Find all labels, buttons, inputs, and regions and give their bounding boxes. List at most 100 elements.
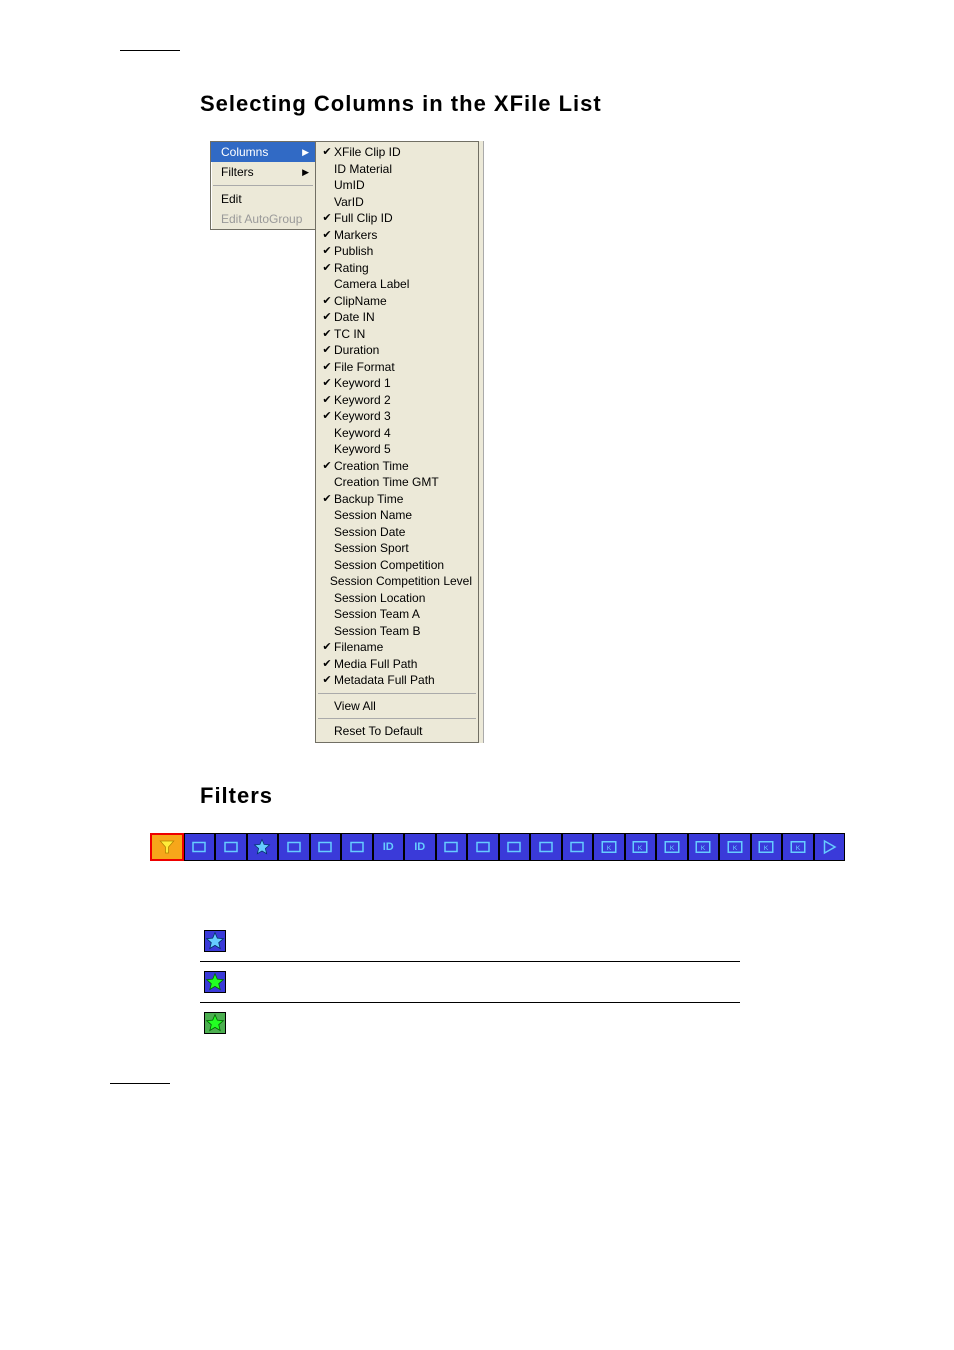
column-toggle-keyword-3[interactable]: ✔Keyword 3 bbox=[316, 408, 478, 425]
star-green-bg-icon bbox=[204, 1012, 226, 1034]
star-icon[interactable] bbox=[247, 833, 279, 861]
section-divider-top bbox=[120, 50, 180, 51]
id2-icon[interactable]: ID bbox=[404, 833, 436, 861]
redo-key-icon[interactable] bbox=[341, 833, 373, 861]
column-toggle-creation-time[interactable]: ✔Creation Time bbox=[316, 458, 478, 475]
submenu-separator bbox=[318, 693, 476, 694]
column-toggle-rating[interactable]: ✔Rating bbox=[316, 260, 478, 277]
column-toggle-markers[interactable]: ✔Markers bbox=[316, 227, 478, 244]
check-icon: ✔ bbox=[320, 656, 334, 673]
column-toggle-keyword-4[interactable]: Keyword 4 bbox=[316, 425, 478, 442]
star-outline-icon bbox=[204, 930, 226, 952]
column-toggle-varid[interactable]: VarID bbox=[316, 194, 478, 211]
check-icon: ✔ bbox=[320, 210, 334, 227]
legend-description bbox=[236, 921, 740, 962]
column-toggle-backup-time[interactable]: ✔Backup Time bbox=[316, 491, 478, 508]
list-icon[interactable] bbox=[499, 833, 531, 861]
heading-selecting-columns: Selecting Columns in the XFile List bbox=[200, 91, 894, 117]
kw1-icon[interactable]: K bbox=[593, 833, 625, 861]
check-icon: ✔ bbox=[320, 293, 334, 310]
column-toggle-session-team-a[interactable]: Session Team A bbox=[316, 606, 478, 623]
star-green-icon bbox=[204, 971, 226, 993]
diamond-icon[interactable] bbox=[184, 833, 216, 861]
column-toggle-session-name[interactable]: Session Name bbox=[316, 507, 478, 524]
folder-clip-icon[interactable] bbox=[215, 833, 247, 861]
check-icon: ✔ bbox=[320, 375, 334, 392]
menu-item-filters[interactable]: Filters▶ bbox=[211, 162, 315, 182]
undo-icon[interactable] bbox=[310, 833, 342, 861]
columns-submenu: ✔XFile Clip IDID MaterialUmIDVarID✔Full … bbox=[315, 141, 479, 743]
filter-icon[interactable] bbox=[150, 833, 184, 861]
filters-toolbar: IDID K K K K K K K bbox=[150, 833, 845, 861]
column-toggle-date-in[interactable]: ✔Date IN bbox=[316, 309, 478, 326]
grid-icon[interactable] bbox=[436, 833, 468, 861]
column-toggle-keyword-1[interactable]: ✔Keyword 1 bbox=[316, 375, 478, 392]
svg-text:K: K bbox=[606, 845, 611, 852]
check-icon: ✔ bbox=[320, 326, 334, 343]
check-icon: ✔ bbox=[320, 144, 334, 161]
submenu-separator bbox=[318, 718, 476, 719]
check-icon: ✔ bbox=[320, 491, 334, 508]
legend-description bbox=[236, 961, 740, 1002]
menu-item-columns[interactable]: Columns▶ bbox=[211, 142, 315, 162]
id-icon[interactable]: ID bbox=[373, 833, 405, 861]
check-icon: ✔ bbox=[320, 408, 334, 425]
column-toggle-session-team-b[interactable]: Session Team B bbox=[316, 623, 478, 640]
column-toggle-session-date[interactable]: Session Date bbox=[316, 524, 478, 541]
kwx-icon[interactable]: K bbox=[751, 833, 783, 861]
column-toggle-full-clip-id[interactable]: ✔Full Clip ID bbox=[316, 210, 478, 227]
filter-legend-table bbox=[200, 921, 740, 1043]
submenu-arrow-icon: ▶ bbox=[302, 144, 309, 160]
section-divider-bottom bbox=[110, 1083, 170, 1084]
box-up-icon[interactable] bbox=[530, 833, 562, 861]
context-menu: Columns▶Filters▶ EditEdit AutoGroup bbox=[210, 141, 316, 230]
svg-text:K: K bbox=[701, 845, 706, 852]
column-toggle-media-full-path[interactable]: ✔Media Full Path bbox=[316, 656, 478, 673]
kw3-icon[interactable]: K bbox=[656, 833, 688, 861]
play-icon[interactable] bbox=[814, 833, 846, 861]
column-toggle-camera-label[interactable]: Camera Label bbox=[316, 276, 478, 293]
kwy-icon[interactable]: K bbox=[782, 833, 814, 861]
check-icon: ✔ bbox=[320, 458, 334, 475]
column-toggle-file-format[interactable]: ✔File Format bbox=[316, 359, 478, 376]
column-toggle-id-material[interactable]: ID Material bbox=[316, 161, 478, 178]
check-icon: ✔ bbox=[320, 392, 334, 409]
submenu-reset-default[interactable]: Reset To Default bbox=[316, 723, 478, 740]
check-icon: ✔ bbox=[320, 672, 334, 689]
column-toggle-clipname[interactable]: ✔ClipName bbox=[316, 293, 478, 310]
svg-text:K: K bbox=[795, 845, 800, 852]
column-toggle-creation-time-gmt[interactable]: Creation Time GMT bbox=[316, 474, 478, 491]
menu-item-edit[interactable]: Edit bbox=[211, 189, 315, 209]
context-menu-screenshot: Columns▶Filters▶ EditEdit AutoGroup ✔XFi… bbox=[210, 141, 894, 743]
column-toggle-session-competition-level[interactable]: Session Competition Level bbox=[316, 573, 478, 590]
column-toggle-tc-in[interactable]: ✔TC IN bbox=[316, 326, 478, 343]
screen-plus-icon[interactable] bbox=[467, 833, 499, 861]
check-icon: ✔ bbox=[320, 639, 334, 656]
column-toggle-duration[interactable]: ✔Duration bbox=[316, 342, 478, 359]
column-toggle-xfile-clip-id[interactable]: ✔XFile Clip ID bbox=[316, 144, 478, 161]
column-toggle-session-competition[interactable]: Session Competition bbox=[316, 557, 478, 574]
kw4-icon[interactable]: K bbox=[688, 833, 720, 861]
column-toggle-session-sport[interactable]: Session Sport bbox=[316, 540, 478, 557]
kw5-icon[interactable]: K bbox=[719, 833, 751, 861]
svg-text:K: K bbox=[638, 845, 643, 852]
column-toggle-keyword-2[interactable]: ✔Keyword 2 bbox=[316, 392, 478, 409]
column-toggle-filename[interactable]: ✔Filename bbox=[316, 639, 478, 656]
menu-separator bbox=[213, 185, 313, 186]
check-icon: ✔ bbox=[320, 243, 334, 260]
column-toggle-umid[interactable]: UmID bbox=[316, 177, 478, 194]
folder-open-icon[interactable] bbox=[278, 833, 310, 861]
legend-description bbox=[236, 1002, 740, 1043]
check-icon: ✔ bbox=[320, 309, 334, 326]
svg-text:K: K bbox=[764, 845, 769, 852]
kw2-icon[interactable]: K bbox=[625, 833, 657, 861]
column-toggle-session-location[interactable]: Session Location bbox=[316, 590, 478, 607]
column-toggle-publish[interactable]: ✔Publish bbox=[316, 243, 478, 260]
menu-item-edit-autogroup: Edit AutoGroup bbox=[211, 209, 315, 229]
export-icon[interactable] bbox=[562, 833, 594, 861]
submenu-view-all[interactable]: View All bbox=[316, 698, 478, 715]
column-toggle-keyword-5[interactable]: Keyword 5 bbox=[316, 441, 478, 458]
column-toggle-metadata-full-path[interactable]: ✔Metadata Full Path bbox=[316, 672, 478, 689]
svg-text:K: K bbox=[669, 845, 674, 852]
check-icon: ✔ bbox=[320, 227, 334, 244]
